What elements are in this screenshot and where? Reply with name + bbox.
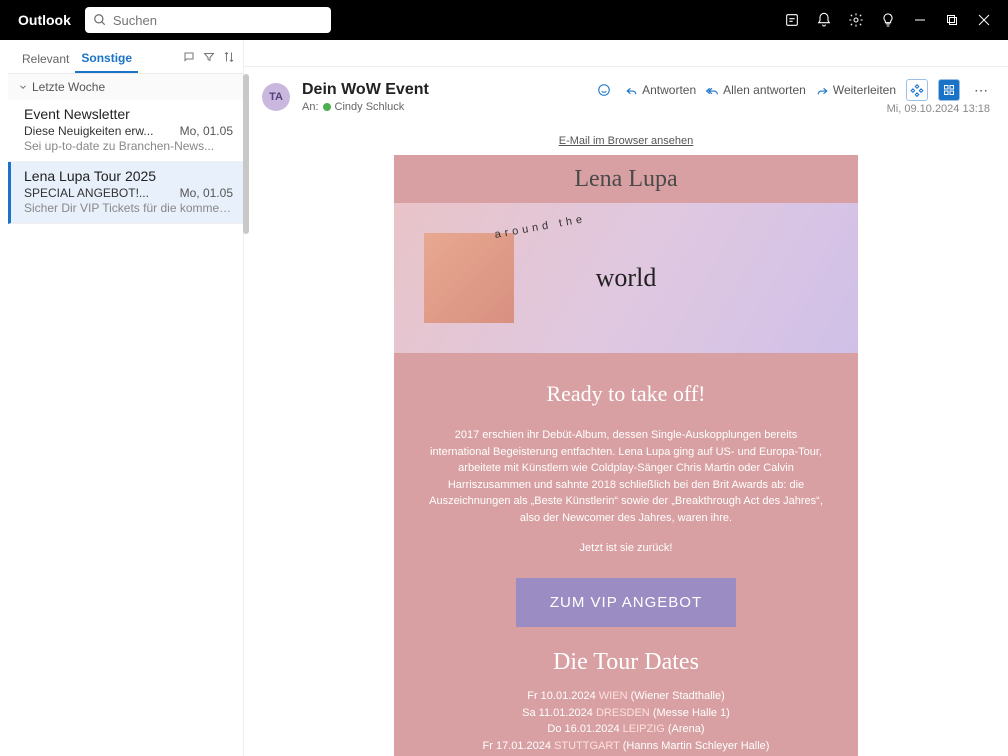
hero-image: around the world (394, 203, 858, 353)
mail-item[interactable]: Event Newsletter Diese Neuigkeiten erw..… (8, 100, 243, 162)
view-in-browser-link[interactable]: E-Mail im Browser ansehen (394, 135, 858, 155)
tour-date-row: Fr 10.01.2024 WIEN (Wiener Stadthalle) (394, 688, 858, 705)
mail-subject: SPECIAL ANGEBOT!... (24, 186, 149, 200)
dates-title: Die Tour Dates (394, 641, 858, 688)
mail-date: Mo, 01.05 (180, 124, 233, 138)
message-body: E-Mail im Browser ansehen Lena Lupa arou… (244, 117, 1008, 756)
paragraph: 2017 erschien ihr Debüt-Album, dessen Si… (394, 421, 858, 532)
mail-subject: Diese Neuigkeiten erw... (24, 124, 153, 138)
tour-dates: Fr 10.01.2024 WIEN (Wiener Stadthalle)Sa… (394, 688, 858, 756)
filter-icon[interactable] (203, 51, 215, 66)
smile-icon[interactable] (593, 79, 615, 101)
reply-label: Antworten (642, 83, 696, 97)
hero-square (424, 233, 514, 323)
mail-preview: Sei up-to-date zu Branchen-News... (24, 139, 233, 153)
maximize-icon[interactable] (936, 0, 968, 40)
left-gutter (0, 40, 8, 756)
minimize-icon[interactable] (904, 0, 936, 40)
tour-date-row: Sa 11.01.2024 DRESDEN (Messe Halle 1) (394, 705, 858, 722)
newsletter: E-Mail im Browser ansehen Lena Lupa arou… (394, 135, 858, 756)
chat-icon[interactable] (183, 51, 195, 66)
bulb-icon[interactable] (872, 0, 904, 40)
titlebar: Outlook (0, 0, 1008, 40)
apps-icon[interactable] (906, 79, 928, 101)
search-wrap (85, 7, 331, 33)
section-label: Letzte Woche (32, 80, 105, 94)
section-last-week[interactable]: Letzte Woche (8, 74, 243, 100)
to-name: Cindy Schluck (335, 101, 405, 113)
forward-button[interactable]: Weiterleiten (816, 83, 896, 97)
more-icon[interactable]: ⋯ (970, 79, 992, 101)
grid-icon[interactable] (938, 79, 960, 101)
tour-date-row: Do 16.01.2024 LEIPZIG (Arena) (394, 721, 858, 738)
reply-button[interactable]: Antworten (625, 83, 696, 97)
mail-list-pane: Relevant Sonstige Letzte Woche Event New… (8, 40, 244, 756)
headline: Ready to take off! (394, 353, 858, 421)
presence-icon (323, 103, 331, 111)
note-icon[interactable] (776, 0, 808, 40)
close-icon[interactable] (968, 0, 1000, 40)
inbox-tabs: Relevant Sonstige (8, 40, 243, 74)
tour-date-row: Fr 17.01.2024 STUTTGART (Hanns Martin Sc… (394, 738, 858, 755)
mail-item[interactable]: Lena Lupa Tour 2025 SPECIAL ANGEBOT!... M… (8, 162, 243, 224)
forward-label: Weiterleiten (833, 83, 896, 97)
search-icon (93, 13, 107, 27)
mail-preview: Sicher Dir VIP Tickets für die kommend..… (24, 201, 233, 215)
message-actions: Antworten Allen antworten Weiterleiten ⋯ (593, 79, 992, 101)
subline: Jetzt ist sie zurück! (394, 532, 858, 564)
mail-sender: Event Newsletter (24, 106, 233, 122)
message-timestamp: Mi, 09.10.2024 13:18 (887, 103, 990, 115)
gear-icon[interactable] (840, 0, 872, 40)
replyall-button[interactable]: Allen antworten (706, 83, 806, 97)
search-input[interactable] (85, 7, 331, 33)
cta-button[interactable]: ZUM VIP ANGEBOT (516, 578, 736, 627)
tab-relevant[interactable]: Relevant (16, 46, 75, 72)
tab-other[interactable]: Sonstige (75, 45, 138, 73)
app-brand: Outlook (8, 12, 81, 28)
chevron-down-icon (18, 82, 28, 92)
to-label: An: (302, 101, 319, 113)
bell-icon[interactable] (808, 0, 840, 40)
replyall-label: Allen antworten (723, 83, 806, 97)
hero-script-text: world (596, 263, 657, 293)
mail-date: Mo, 01.05 (180, 186, 233, 200)
reading-pane: TA Dein WoW Event An: Cindy Schluck Antw… (244, 66, 1008, 756)
hero-arc-text: around the (494, 213, 587, 241)
avatar: TA (262, 83, 290, 111)
message-header: TA Dein WoW Event An: Cindy Schluck Antw… (244, 67, 1008, 117)
sort-icon[interactable] (223, 51, 235, 66)
newsletter-logo: Lena Lupa (394, 155, 858, 203)
mail-sender: Lena Lupa Tour 2025 (24, 168, 233, 184)
